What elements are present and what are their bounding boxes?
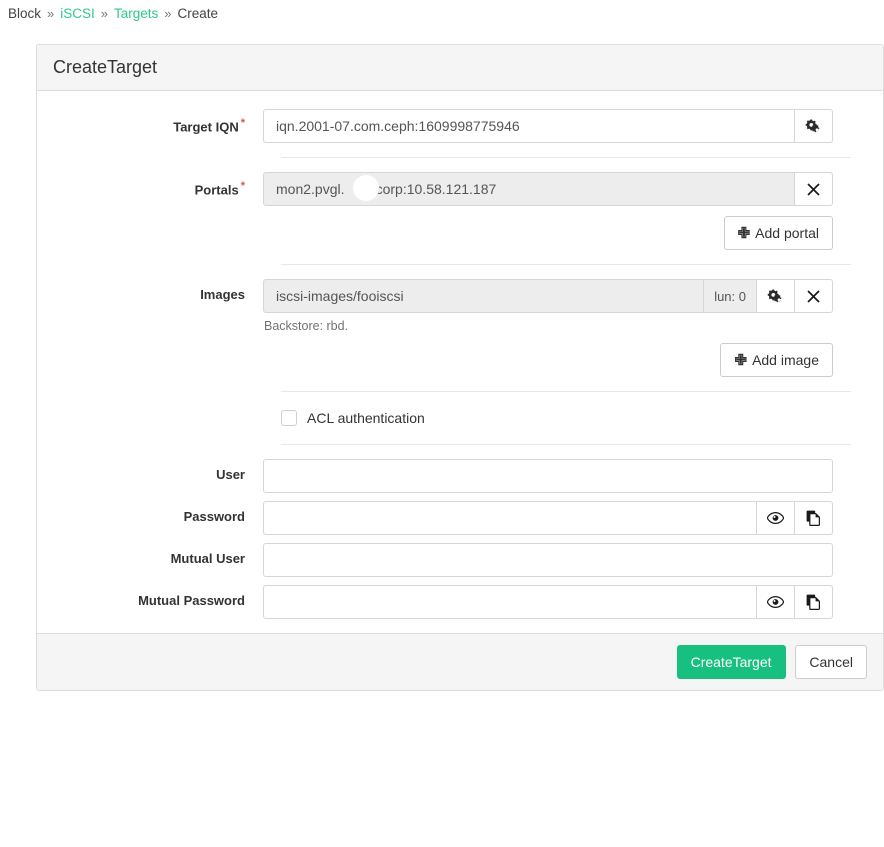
required-asterisk: *: [240, 180, 245, 192]
portal-value-input[interactable]: [263, 172, 795, 206]
form-row-mutual-user: Mutual User: [37, 543, 883, 577]
add-image-button[interactable]: ✙ Add image: [720, 343, 833, 377]
create-target-panel: CreateTarget Target IQN * iqn.2001-07.co…: [36, 44, 884, 691]
user-label-text: User: [216, 467, 245, 482]
password-copy-button[interactable]: [795, 501, 833, 535]
form-row-images: Images lun: 0: [37, 279, 883, 377]
images-actions: ✙ Add image: [263, 343, 833, 377]
image-value-input[interactable]: [263, 279, 705, 313]
user-label: User: [37, 459, 263, 482]
mutual-password-label: Mutual Password: [37, 585, 263, 608]
portals-label: Portals *: [37, 172, 263, 197]
panel-title: CreateTarget: [37, 45, 883, 91]
target-iqn-label: Target IQN *: [37, 109, 263, 134]
user-input[interactable]: [263, 459, 833, 493]
mutual-user-label: Mutual User: [37, 543, 263, 566]
password-input-group: [263, 501, 833, 535]
portal-item-row: [263, 172, 833, 206]
portals-actions: ✙ Add portal: [263, 216, 833, 250]
image-settings-button[interactable]: [757, 279, 795, 313]
eye-icon: [767, 512, 784, 524]
breadcrumb-separator: »: [100, 5, 108, 21]
breadcrumb-item-targets[interactable]: Targets: [114, 6, 158, 21]
form-row-password: Password: [37, 501, 883, 535]
breadcrumb: Block » iSCSI » Targets » Create: [0, 0, 884, 26]
mutual-password-visibility-toggle-button[interactable]: [757, 585, 795, 619]
plus-icon: ✙: [734, 351, 748, 369]
gears-icon: [805, 119, 822, 134]
password-label-text: Password: [183, 509, 245, 524]
mutual-user-label-text: Mutual User: [170, 551, 245, 566]
panel-footer: CreateTarget Cancel: [37, 633, 883, 690]
mutual-user-control: [263, 543, 833, 577]
breadcrumb-separator: »: [164, 5, 172, 21]
password-control: [263, 501, 833, 535]
target-iqn-input-group: [263, 109, 833, 143]
required-asterisk: *: [240, 117, 245, 129]
images-control: lun: 0: [263, 279, 833, 377]
eye-icon: [767, 596, 784, 608]
user-input-group: [263, 459, 833, 493]
divider-after-portals: [281, 264, 851, 265]
image-lun-badge: lun: 0: [704, 279, 757, 313]
mutual-user-input[interactable]: [263, 543, 833, 577]
acl-authentication-row[interactable]: ACL authentication: [281, 406, 883, 430]
acl-authentication-label[interactable]: ACL authentication: [307, 410, 425, 426]
form-row-portals: Portals * mon2.pvgl. o.corp:10.58.121.18…: [37, 172, 883, 250]
form-row-user: User: [37, 459, 883, 493]
portals-control: ✙ Add portal: [263, 172, 833, 250]
portals-label-text: Portals: [194, 182, 239, 198]
images-label-text: Images: [200, 287, 245, 302]
images-label: Images: [37, 279, 263, 302]
portal-value-wrap: [263, 172, 795, 206]
cancel-button[interactable]: Cancel: [795, 645, 867, 679]
image-remove-button[interactable]: [795, 279, 833, 313]
breadcrumb-item-create: Create: [177, 5, 219, 21]
password-label: Password: [37, 501, 263, 524]
user-control: [263, 459, 833, 493]
portal-remove-button[interactable]: [795, 172, 833, 206]
redaction-overlay: [353, 175, 379, 201]
mutual-password-label-text: Mutual Password: [138, 593, 245, 608]
mutual-password-input[interactable]: [263, 585, 757, 619]
images-help-text: Backstore: rbd.: [264, 319, 349, 333]
mutual-password-input-group: [263, 585, 833, 619]
add-image-label: Add image: [752, 352, 819, 368]
target-iqn-input[interactable]: [263, 109, 795, 143]
add-portal-button[interactable]: ✙ Add portal: [723, 216, 833, 250]
mutual-password-control: [263, 585, 833, 619]
create-target-form: Target IQN * iqn.2001-07.com.ceph:160999…: [37, 91, 883, 633]
close-x-icon: [807, 289, 820, 303]
copy-icon: [806, 510, 821, 526]
image-item-row: lun: 0: [263, 279, 833, 313]
divider-after-acl: [281, 444, 851, 445]
breadcrumb-item-block: Block: [8, 5, 42, 21]
gears-icon: [767, 289, 784, 304]
breadcrumb-separator: »: [47, 5, 55, 21]
create-target-submit-button[interactable]: CreateTarget: [676, 645, 786, 679]
add-portal-label: Add portal: [755, 225, 819, 241]
close-x-icon: [807, 182, 820, 196]
divider-before-acl: [281, 391, 851, 392]
password-input[interactable]: [263, 501, 757, 535]
acl-authentication-checkbox[interactable]: [281, 410, 297, 426]
password-visibility-toggle-button[interactable]: [757, 501, 795, 535]
plus-icon: ✙: [737, 224, 751, 242]
copy-icon: [806, 594, 821, 610]
mutual-user-input-group: [263, 543, 833, 577]
breadcrumb-item-iscsi[interactable]: iSCSI: [60, 6, 95, 21]
mutual-password-copy-button[interactable]: [795, 585, 833, 619]
target-iqn-control: [263, 109, 833, 143]
target-iqn-settings-button[interactable]: [795, 109, 833, 143]
form-row-mutual-password: Mutual Password: [37, 585, 883, 619]
target-iqn-label-text: Target IQN: [173, 119, 239, 135]
divider-after-target-iqn: [281, 157, 851, 158]
form-row-target-iqn: Target IQN *: [37, 109, 883, 143]
